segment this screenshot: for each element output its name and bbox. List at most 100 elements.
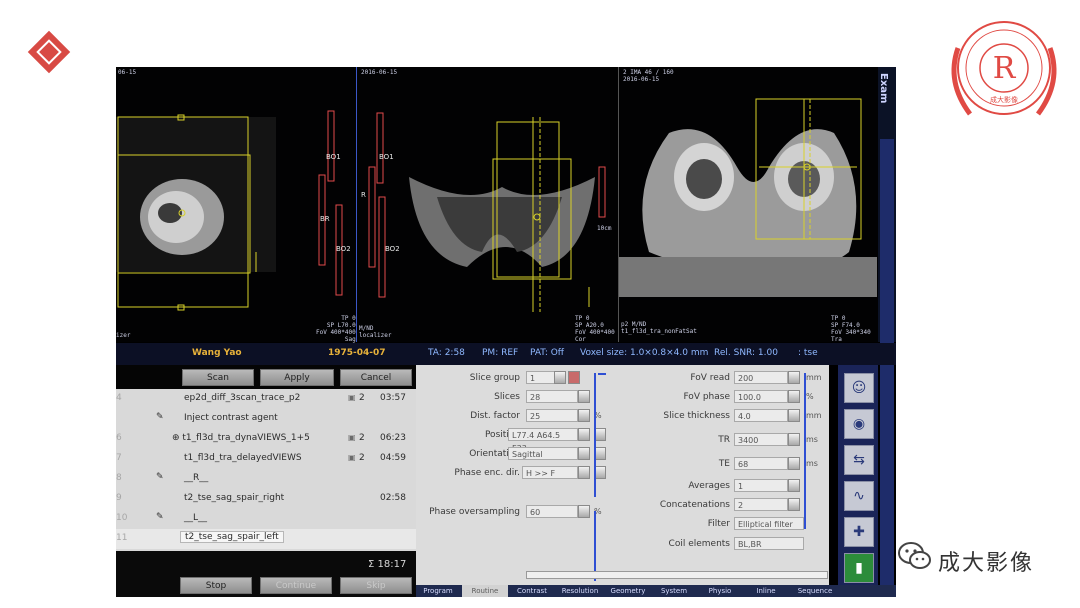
- image-icon: ▣: [348, 433, 356, 442]
- vp1-label: izer: [116, 332, 131, 339]
- tr-stepper[interactable]: [788, 433, 800, 446]
- edit-icon: ✎: [156, 512, 164, 522]
- parameter-tabs: Program Routine Contrast Resolution Geom…: [416, 585, 896, 597]
- te-stepper[interactable]: [788, 457, 800, 470]
- continue-button[interactable]: Continue: [260, 577, 332, 594]
- orientation-dropdown[interactable]: [578, 447, 590, 460]
- status-bar: Wang Yao 1975-04-07 TA: 2:58 PM: REF PAT…: [116, 343, 896, 365]
- queue-row[interactable]: 9 t2_tse_sag_spair_right 02:58: [116, 489, 416, 509]
- scan-button[interactable]: Scan: [182, 369, 254, 386]
- fov-read-stepper[interactable]: [788, 371, 800, 384]
- apply-button[interactable]: Apply: [260, 369, 334, 386]
- te-field[interactable]: 68: [734, 457, 788, 470]
- phase-oversampling-field[interactable]: 60: [526, 505, 578, 518]
- filter-label: Filter: [707, 519, 730, 529]
- tool-icons: ☺ ◉ ⇆ ∿ ✚ ▮: [838, 365, 878, 585]
- slice-group-dropdown[interactable]: [554, 371, 566, 384]
- bracket: [598, 373, 606, 375]
- tab-resolution[interactable]: Resolution: [556, 585, 604, 597]
- slices-label: Slices: [494, 392, 520, 402]
- tab-system[interactable]: System: [652, 585, 696, 597]
- slices-stepper[interactable]: [578, 390, 590, 403]
- dist-factor-field[interactable]: 25: [526, 409, 578, 422]
- queue-row[interactable]: 10 ✎ __L__: [116, 509, 416, 529]
- image-icon: ▣: [348, 393, 356, 402]
- tab-program[interactable]: Program: [416, 585, 460, 597]
- vp3-index: 2 IMA 46 / 160 2016-06-15: [623, 69, 674, 83]
- coil-icon[interactable]: ◉: [844, 409, 874, 439]
- fov-read-label: FoV read: [690, 373, 730, 383]
- patient-dob: 1975-04-07: [328, 348, 386, 358]
- phase-oversampling-stepper[interactable]: [578, 505, 590, 518]
- injector-icon[interactable]: ✚: [844, 517, 874, 547]
- ecg-icon[interactable]: ∿: [844, 481, 874, 511]
- concatenations-label: Concatenations: [659, 500, 730, 510]
- phase-enc-select[interactable]: H >> F: [522, 466, 578, 479]
- cancel-button[interactable]: Cancel: [340, 369, 412, 386]
- stop-button[interactable]: Stop: [180, 577, 252, 594]
- total-time: Σ 18:17: [368, 559, 407, 570]
- vp1-date: 06-15: [118, 69, 137, 76]
- viewport-transverse[interactable]: 2 IMA 46 / 160 2016-06-15 p2 M/ND t1_fl3…: [619, 67, 877, 343]
- slice-group-select[interactable]: 1: [526, 371, 556, 384]
- averages-field[interactable]: 1: [734, 479, 788, 492]
- slice-thickness-stepper[interactable]: [788, 409, 800, 422]
- mri-viewports: 06-15 TP 0 SP L70.0 FoV 400*400 Sag izer…: [116, 67, 896, 343]
- scroll-bar[interactable]: [526, 571, 828, 579]
- averages-stepper[interactable]: [788, 479, 800, 492]
- viewport-coronal[interactable]: 2016-06-15 M/ND localizer TP 0 SP A20.0 …: [357, 67, 617, 343]
- filter-field[interactable]: Elliptical filter: [734, 517, 804, 530]
- tab-sequence[interactable]: Sequence: [790, 585, 840, 597]
- skip-button[interactable]: Skip: [340, 577, 412, 594]
- tab-routine[interactable]: Routine: [462, 585, 508, 597]
- viewport-sagittal[interactable]: 06-15 TP 0 SP L70.0 FoV 400*400 Sag izer…: [116, 67, 356, 343]
- tab-contrast[interactable]: Contrast: [510, 585, 554, 597]
- patient-name: Wang Yao: [192, 348, 242, 358]
- vp3-info-left: p2 M/ND t1_fl3d_tra_nonFatSat: [621, 321, 697, 335]
- fov-read-field[interactable]: 200: [734, 371, 788, 384]
- table-move-icon[interactable]: ⇆: [844, 445, 874, 475]
- queue-row[interactable]: 8 ✎ __R__: [116, 469, 416, 489]
- status-icon[interactable]: ▮: [844, 553, 874, 583]
- tab-geometry[interactable]: Geometry: [606, 585, 650, 597]
- orientation-label: Orientation: [469, 449, 520, 459]
- image-icon: ▣: [348, 453, 356, 462]
- queue-row[interactable]: 7 t1_fl3d_tra_delayedVIEWS ▣ 2 04:59: [116, 449, 416, 469]
- te-label: TE: [718, 459, 730, 469]
- slice-group-label: Slice group: [469, 373, 520, 383]
- queue-panel: Scan Apply Cancel 4 ep2d_diff_3scan_trac…: [116, 365, 416, 597]
- slice-thickness-label: Slice thickness: [663, 411, 730, 421]
- slice-group-remove[interactable]: [568, 371, 580, 384]
- concatenations-stepper[interactable]: [788, 498, 800, 511]
- scale-label: 10cm: [597, 225, 612, 232]
- head-icon[interactable]: ☺: [844, 373, 874, 403]
- vp1-info: TP 0 SP L70.0 FoV 400*400 Sag: [316, 315, 356, 343]
- queue-row-selected[interactable]: 11 t2_tse_sag_spair_left: [116, 529, 416, 549]
- queue-row[interactable]: 6 ⊕ t1_fl3d_tra_dynaVIEWS_1+5 ▣ 2 06:23: [116, 429, 416, 449]
- slice-thickness-field[interactable]: 4.0: [734, 409, 788, 422]
- ta-value: TA: 2:58: [428, 348, 465, 358]
- dist-factor-stepper[interactable]: [578, 409, 590, 422]
- bo1-label-2: BO1: [379, 153, 394, 161]
- slices-field[interactable]: 28: [526, 390, 578, 403]
- tr-field[interactable]: 3400: [734, 433, 788, 446]
- wechat-icon: [898, 542, 931, 569]
- fov-phase-stepper[interactable]: [788, 390, 800, 403]
- bo2-label-2: BO2: [385, 245, 400, 253]
- logo-seal: R 成大影像: [951, 21, 1057, 116]
- edit-icon: ✎: [156, 412, 164, 422]
- voxel-size: Voxel size: 1.0×0.8×4.0 mm: [580, 348, 709, 358]
- coil-elements-field[interactable]: BL,BR: [734, 537, 804, 550]
- sequence-type: : tse: [798, 348, 818, 358]
- tab-physio[interactable]: Physio: [698, 585, 742, 597]
- position-dropdown[interactable]: [578, 428, 590, 441]
- phase-enc-dropdown[interactable]: [578, 466, 590, 479]
- tab-inline[interactable]: Inline: [744, 585, 788, 597]
- fov-phase-field[interactable]: 100.0: [734, 390, 788, 403]
- queue-row[interactable]: 4 ep2d_diff_3scan_trace_p2 ▣ 2 03:57: [116, 389, 416, 409]
- bracket: [804, 373, 806, 529]
- queue-row[interactable]: ✎ Inject contrast agent: [116, 409, 416, 429]
- concatenations-field[interactable]: 2: [734, 498, 788, 511]
- orientation-select[interactable]: Sagittal: [508, 447, 578, 460]
- position-field[interactable]: L77.4 A64.5 F33: [508, 428, 578, 453]
